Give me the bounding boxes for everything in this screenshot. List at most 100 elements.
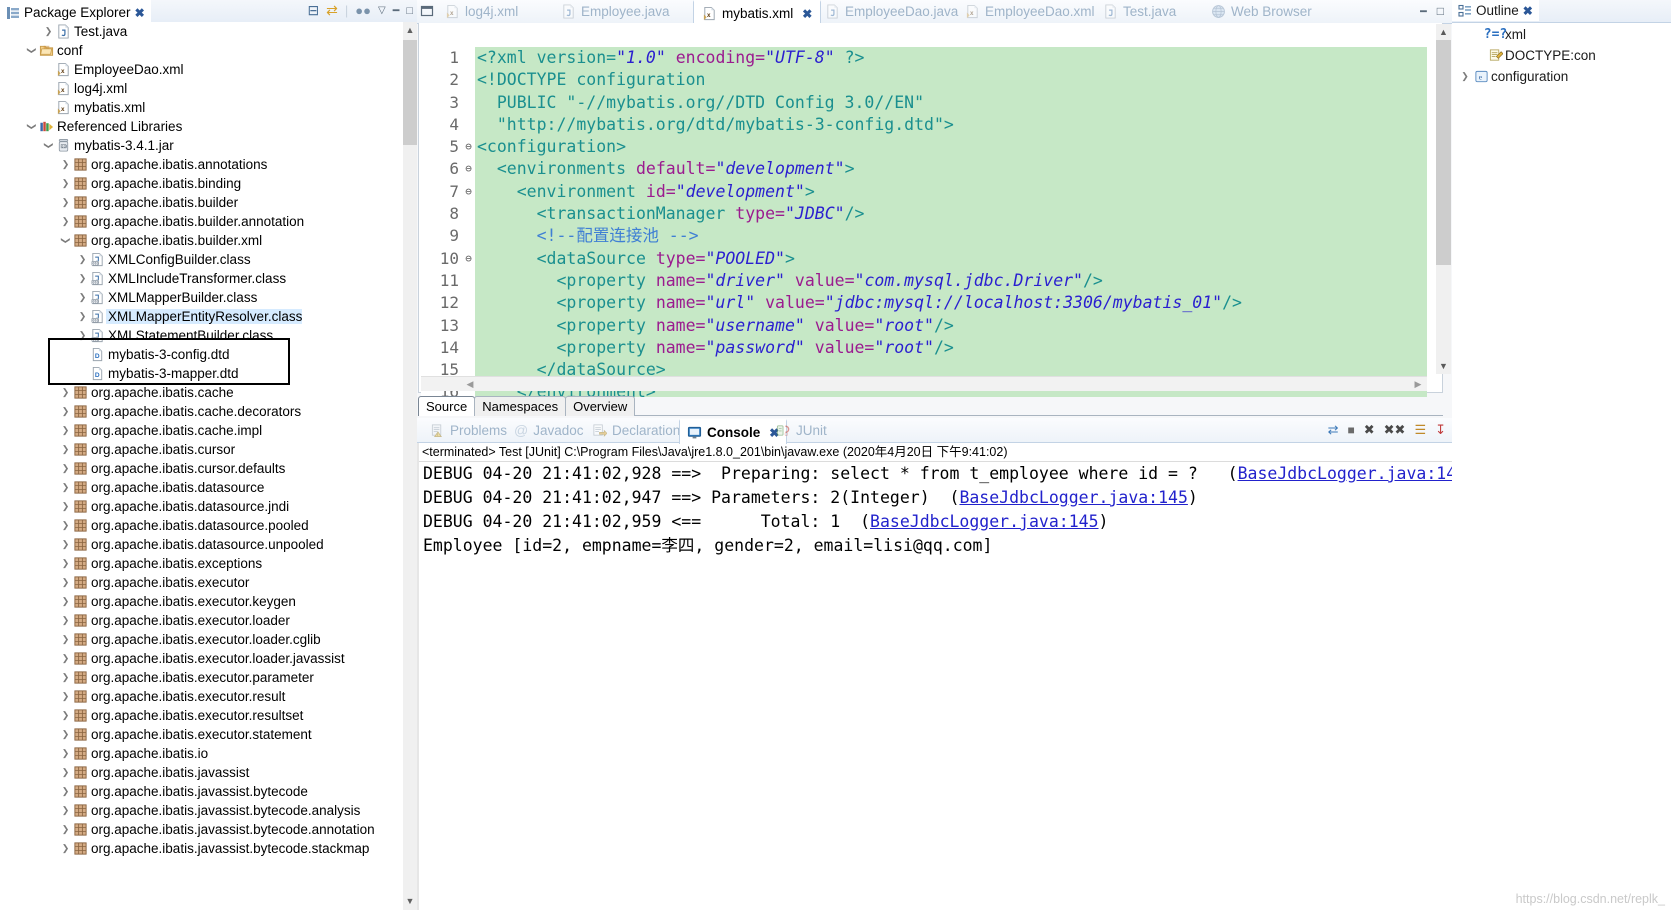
chevron-right-icon[interactable]: ❯	[59, 501, 72, 512]
code-line[interactable]: 13 <property name="username" value="root…	[421, 314, 1427, 337]
chevron-right-icon[interactable]: ❯	[59, 653, 72, 664]
chevron-right-icon[interactable]: ❯	[59, 406, 72, 417]
restore-view-icon[interactable]	[420, 4, 434, 21]
console-stacktrace-link[interactable]: BaseJdbcLogger.java:145	[870, 512, 1098, 531]
chevron-right-icon[interactable]: ❯	[59, 425, 72, 436]
code-line[interactable]: 10 ⊖ <dataSource type="POOLED">	[421, 247, 1427, 270]
tree-item[interactable]: ❯ org.apache.ibatis.javassist.bytecode	[0, 782, 403, 801]
tree-item[interactable]: ❯ conf	[0, 41, 403, 60]
editor-page-tab-source[interactable]: Source	[418, 396, 476, 416]
chevron-right-icon[interactable]: ❯	[59, 596, 72, 607]
outline-tree[interactable]: ?=? xml DOCTYPE:con ❯ e configuration	[1452, 24, 1671, 910]
chevron-right-icon[interactable]: ❯	[59, 482, 72, 493]
code-line[interactable]: 7 ⊖ <environment id="development">	[421, 180, 1427, 204]
collapse-all-icon[interactable]: ⊟	[307, 2, 319, 19]
editor-tab-mybatis-xml[interactable]: x mybatis.xml ✖	[693, 0, 822, 25]
fold-collapse-icon[interactable]: ⊖	[462, 180, 475, 204]
maximize-icon[interactable]: □	[1437, 4, 1444, 18]
chevron-right-icon[interactable]: ❯	[76, 292, 89, 303]
editor-tab-employeedao-java[interactable]: EmployeeDao.java	[817, 0, 966, 22]
tree-item[interactable]: ❯ org.apache.ibatis.executor.loader.cglib	[0, 630, 403, 649]
outline-item[interactable]: ?=? xml	[1452, 24, 1671, 45]
tree-item[interactable]: ❯ org.apache.ibatis.datasource.pooled	[0, 516, 403, 535]
scroll-down-icon[interactable]: ▼	[1436, 358, 1451, 374]
chevron-right-icon[interactable]: ❯	[1458, 71, 1472, 82]
remove-launch-icon[interactable]: ✖	[1364, 422, 1375, 438]
chevron-right-icon[interactable]: ❯	[59, 672, 72, 683]
scroll-right-icon[interactable]: ▶	[1411, 377, 1425, 391]
tree-item[interactable]: x EmployeeDao.xml	[0, 60, 403, 79]
chevron-right-icon[interactable]: ❯	[59, 767, 72, 778]
tree-item[interactable]: ❯ 010 XMLStatementBuilder.class	[0, 326, 403, 345]
tab-package-explorer[interactable]: Package Explorer ✖	[0, 0, 151, 23]
tree-item[interactable]: Dmybatis-3-config.dtd	[0, 345, 403, 364]
close-icon[interactable]: ✖	[135, 6, 145, 20]
console-stacktrace-link[interactable]: BaseJdbcLogger.java:145	[959, 488, 1187, 507]
console-tab-junit[interactable]: U JUnit	[769, 419, 834, 441]
tree-item[interactable]: ❯ org.apache.ibatis.cache.impl	[0, 421, 403, 440]
scroll-lock-icon[interactable]: ↧	[1435, 422, 1446, 438]
chevron-right-icon[interactable]: ❯	[59, 159, 72, 170]
tree-item[interactable]: ❯ org.apache.ibatis.io	[0, 744, 403, 763]
tree-item[interactable]: ❯ org.apache.ibatis.cursor	[0, 440, 403, 459]
chevron-right-icon[interactable]: ❯	[76, 254, 89, 265]
clear-console-icon[interactable]: ☰	[1414, 422, 1426, 438]
code-line[interactable]: 14 <property name="password" value="root…	[421, 336, 1427, 360]
fold-collapse-icon[interactable]: ⊖	[462, 158, 475, 181]
console-tab-problems[interactable]: ! Problems	[423, 419, 514, 441]
console-output[interactable]: DEBUG 04-20 21:41:02,928 ==> Preparing: …	[419, 462, 1453, 908]
tree-item[interactable]: ❯ org.apache.ibatis.javassist.bytecode.st…	[0, 839, 403, 858]
link-consoles-icon[interactable]: ⇄	[1328, 422, 1339, 438]
chevron-right-icon[interactable]: ❯	[59, 444, 72, 455]
remove-all-launches-icon[interactable]: ✖✖	[1384, 422, 1406, 438]
chevron-down-icon[interactable]: ❯	[26, 120, 37, 133]
chevron-right-icon[interactable]: ❯	[59, 558, 72, 569]
tree-item[interactable]: ❯ 010 XMLIncludeTransformer.class	[0, 269, 403, 288]
chevron-right-icon[interactable]: ❯	[76, 311, 89, 322]
editor-tab-employeedao-xml[interactable]: x EmployeeDao.xml	[957, 0, 1103, 22]
chevron-right-icon[interactable]: ❯	[59, 577, 72, 588]
chevron-right-icon[interactable]: ❯	[59, 463, 72, 474]
chevron-right-icon[interactable]: ❯	[42, 26, 55, 37]
tree-item[interactable]: ❯ org.apache.ibatis.annotations	[0, 155, 403, 174]
console-stacktrace-link[interactable]: BaseJdbcLogger.java:145	[1238, 464, 1453, 483]
terminate-icon[interactable]: ■	[1347, 423, 1354, 437]
close-icon[interactable]: ✖	[1523, 4, 1533, 18]
console-tab-javadoc[interactable]: @ Javadoc	[507, 419, 591, 441]
code-line[interactable]: 11 <property name="driver" value="com.my…	[421, 269, 1427, 293]
chevron-right-icon[interactable]: ❯	[59, 615, 72, 626]
chevron-right-icon[interactable]: ❯	[59, 710, 72, 721]
chevron-down-icon[interactable]: ▽	[378, 5, 386, 16]
chevron-right-icon[interactable]: ❯	[59, 729, 72, 740]
outline-item[interactable]: DOCTYPE:con	[1452, 45, 1671, 66]
tree-item[interactable]: ❯ org.apache.ibatis.executor.result	[0, 687, 403, 706]
fold-collapse-icon[interactable]: ⊖	[462, 136, 475, 159]
tree-item[interactable]: ❯ org.apache.ibatis.javassist	[0, 763, 403, 782]
chevron-right-icon[interactable]: ❯	[59, 539, 72, 550]
link-with-editor-icon[interactable]: ⇄	[326, 2, 338, 19]
chevron-right-icon[interactable]: ❯	[76, 273, 89, 284]
editor-tab-log4j-xml[interactable]: x log4j.xml	[437, 0, 526, 22]
tree-item[interactable]: ❯ org.apache.ibatis.javassist.bytecode.an…	[0, 801, 403, 820]
scroll-down-icon[interactable]: ▼	[403, 893, 417, 910]
chevron-right-icon[interactable]: ❯	[59, 387, 72, 398]
editor-page-tab-overview[interactable]: Overview	[565, 396, 636, 416]
tree-item[interactable]: ❯ Test.java	[0, 22, 403, 41]
tree-item[interactable]: ❯ org.apache.ibatis.executor	[0, 573, 403, 592]
view-menu-filter-icon[interactable]: ●●	[355, 3, 371, 18]
code-line[interactable]: 4 "http://mybatis.org/dtd/mybatis-3-conf…	[421, 113, 1427, 137]
close-icon[interactable]: ✖	[802, 7, 812, 21]
chevron-right-icon[interactable]: ❯	[59, 805, 72, 816]
chevron-right-icon[interactable]: ❯	[59, 824, 72, 835]
tree-item[interactable]: ❯ org.apache.ibatis.builder.xml	[0, 231, 403, 250]
tree-item[interactable]: ❯ org.apache.ibatis.executor.loader	[0, 611, 403, 630]
tree-item[interactable]: ❯ org.apache.ibatis.executor.loader.javas…	[0, 649, 403, 668]
code-line[interactable]: 3 PUBLIC "-//mybatis.org//DTD Config 3.0…	[421, 91, 1427, 114]
scrollbar-thumb[interactable]	[1436, 40, 1451, 265]
tree-item[interactable]: ❯ org.apache.ibatis.cursor.defaults	[0, 459, 403, 478]
tree-item[interactable]: ❯ 010 XMLMapperEntityResolver.class	[0, 307, 403, 326]
chevron-down-icon[interactable]: ❯	[60, 234, 71, 247]
tab-outline[interactable]: Outline ✖	[1452, 0, 1539, 21]
tree-item[interactable]: ❯ org.apache.ibatis.datasource.jndi	[0, 497, 403, 516]
editor-tab-employee-java[interactable]: Employee.java	[553, 0, 678, 22]
